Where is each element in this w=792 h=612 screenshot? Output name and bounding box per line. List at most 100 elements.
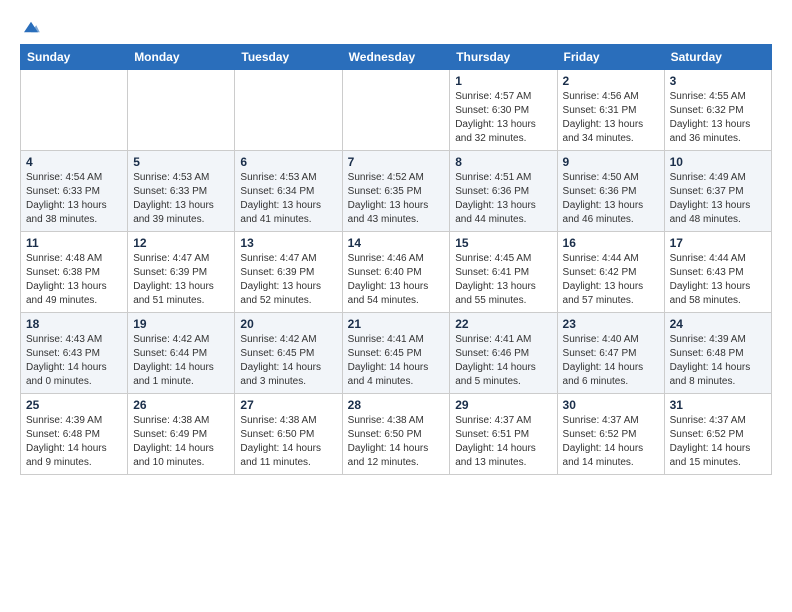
- day-info: Sunrise: 4:38 AMSunset: 6:50 PMDaylight:…: [348, 414, 445, 470]
- day-info: Sunrise: 4:43 AMSunset: 6:43 PMDaylight:…: [26, 333, 122, 389]
- day-cell: 10 Sunrise: 4:49 AMSunset: 6:37 PMDayligh…: [664, 151, 771, 232]
- day-info: Sunrise: 4:47 AMSunset: 6:39 PMDaylight:…: [133, 252, 229, 308]
- day-cell: 9 Sunrise: 4:50 AMSunset: 6:36 PMDaylight…: [557, 151, 664, 232]
- weekday-header-row: SundayMondayTuesdayWednesdayThursdayFrid…: [21, 45, 772, 70]
- day-number: 20: [240, 317, 336, 331]
- day-info: Sunrise: 4:44 AMSunset: 6:43 PMDaylight:…: [670, 252, 766, 308]
- day-info: Sunrise: 4:46 AMSunset: 6:40 PMDaylight:…: [348, 252, 445, 308]
- day-cell: 13 Sunrise: 4:47 AMSunset: 6:39 PMDayligh…: [235, 232, 342, 313]
- day-cell: 27 Sunrise: 4:38 AMSunset: 6:50 PMDayligh…: [235, 394, 342, 475]
- day-cell: 23 Sunrise: 4:40 AMSunset: 6:47 PMDayligh…: [557, 313, 664, 394]
- weekday-header-friday: Friday: [557, 45, 664, 70]
- day-number: 9: [563, 155, 659, 169]
- day-number: 25: [26, 398, 122, 412]
- day-info: Sunrise: 4:51 AMSunset: 6:36 PMDaylight:…: [455, 171, 551, 227]
- day-info: Sunrise: 4:38 AMSunset: 6:49 PMDaylight:…: [133, 414, 229, 470]
- day-number: 18: [26, 317, 122, 331]
- day-number: 5: [133, 155, 229, 169]
- day-cell: 12 Sunrise: 4:47 AMSunset: 6:39 PMDayligh…: [128, 232, 235, 313]
- day-cell: 1 Sunrise: 4:57 AMSunset: 6:30 PMDaylight…: [450, 70, 557, 151]
- day-info: Sunrise: 4:52 AMSunset: 6:35 PMDaylight:…: [348, 171, 445, 227]
- day-cell: [235, 70, 342, 151]
- day-number: 15: [455, 236, 551, 250]
- day-cell: 15 Sunrise: 4:45 AMSunset: 6:41 PMDayligh…: [450, 232, 557, 313]
- day-cell: 7 Sunrise: 4:52 AMSunset: 6:35 PMDaylight…: [342, 151, 450, 232]
- day-cell: 5 Sunrise: 4:53 AMSunset: 6:33 PMDaylight…: [128, 151, 235, 232]
- day-number: 11: [26, 236, 122, 250]
- calendar: SundayMondayTuesdayWednesdayThursdayFrid…: [20, 44, 772, 475]
- day-info: Sunrise: 4:49 AMSunset: 6:37 PMDaylight:…: [670, 171, 766, 227]
- day-number: 16: [563, 236, 659, 250]
- day-info: Sunrise: 4:53 AMSunset: 6:34 PMDaylight:…: [240, 171, 336, 227]
- day-number: 31: [670, 398, 766, 412]
- logo-icon: [22, 20, 40, 34]
- day-number: 26: [133, 398, 229, 412]
- day-info: Sunrise: 4:38 AMSunset: 6:50 PMDaylight:…: [240, 414, 336, 470]
- day-number: 6: [240, 155, 336, 169]
- day-number: 13: [240, 236, 336, 250]
- day-info: Sunrise: 4:37 AMSunset: 6:51 PMDaylight:…: [455, 414, 551, 470]
- day-cell: 17 Sunrise: 4:44 AMSunset: 6:43 PMDayligh…: [664, 232, 771, 313]
- day-cell: 31 Sunrise: 4:37 AMSunset: 6:52 PMDayligh…: [664, 394, 771, 475]
- day-cell: 14 Sunrise: 4:46 AMSunset: 6:40 PMDayligh…: [342, 232, 450, 313]
- day-number: 21: [348, 317, 445, 331]
- day-number: 2: [563, 74, 659, 88]
- day-number: 3: [670, 74, 766, 88]
- day-number: 12: [133, 236, 229, 250]
- day-cell: [342, 70, 450, 151]
- day-info: Sunrise: 4:39 AMSunset: 6:48 PMDaylight:…: [26, 414, 122, 470]
- day-info: Sunrise: 4:39 AMSunset: 6:48 PMDaylight:…: [670, 333, 766, 389]
- day-info: Sunrise: 4:47 AMSunset: 6:39 PMDaylight:…: [240, 252, 336, 308]
- day-info: Sunrise: 4:50 AMSunset: 6:36 PMDaylight:…: [563, 171, 659, 227]
- day-number: 4: [26, 155, 122, 169]
- day-info: Sunrise: 4:53 AMSunset: 6:33 PMDaylight:…: [133, 171, 229, 227]
- day-cell: 18 Sunrise: 4:43 AMSunset: 6:43 PMDayligh…: [21, 313, 128, 394]
- day-cell: 11Sunrise: 4:48 AMSunset: 6:38 PMDayligh…: [21, 232, 128, 313]
- weekday-header-sunday: Sunday: [21, 45, 128, 70]
- day-cell: 21 Sunrise: 4:41 AMSunset: 6:45 PMDayligh…: [342, 313, 450, 394]
- day-info: Sunrise: 4:37 AMSunset: 6:52 PMDaylight:…: [670, 414, 766, 470]
- day-cell: 8Sunrise: 4:51 AMSunset: 6:36 PMDaylight…: [450, 151, 557, 232]
- day-number: 17: [670, 236, 766, 250]
- day-number: 1: [455, 74, 551, 88]
- day-info: Sunrise: 4:41 AMSunset: 6:46 PMDaylight:…: [455, 333, 551, 389]
- day-number: 23: [563, 317, 659, 331]
- day-number: 19: [133, 317, 229, 331]
- day-number: 14: [348, 236, 445, 250]
- day-info: Sunrise: 4:37 AMSunset: 6:52 PMDaylight:…: [563, 414, 659, 470]
- day-number: 27: [240, 398, 336, 412]
- day-number: 7: [348, 155, 445, 169]
- day-cell: 3 Sunrise: 4:55 AMSunset: 6:32 PMDaylight…: [664, 70, 771, 151]
- page-header: [20, 16, 772, 36]
- day-info: Sunrise: 4:42 AMSunset: 6:45 PMDaylight:…: [240, 333, 336, 389]
- day-number: 10: [670, 155, 766, 169]
- day-info: Sunrise: 4:45 AMSunset: 6:41 PMDaylight:…: [455, 252, 551, 308]
- day-number: 29: [455, 398, 551, 412]
- day-number: 24: [670, 317, 766, 331]
- week-row-1: 1 Sunrise: 4:57 AMSunset: 6:30 PMDaylight…: [21, 70, 772, 151]
- day-info: Sunrise: 4:42 AMSunset: 6:44 PMDaylight:…: [133, 333, 229, 389]
- weekday-header-thursday: Thursday: [450, 45, 557, 70]
- logo: [20, 16, 40, 36]
- day-cell: 6 Sunrise: 4:53 AMSunset: 6:34 PMDaylight…: [235, 151, 342, 232]
- day-info: Sunrise: 4:41 AMSunset: 6:45 PMDaylight:…: [348, 333, 445, 389]
- day-cell: 26 Sunrise: 4:38 AMSunset: 6:49 PMDayligh…: [128, 394, 235, 475]
- week-row-4: 18 Sunrise: 4:43 AMSunset: 6:43 PMDayligh…: [21, 313, 772, 394]
- day-cell: 28Sunrise: 4:38 AMSunset: 6:50 PMDayligh…: [342, 394, 450, 475]
- week-row-5: 25 Sunrise: 4:39 AMSunset: 6:48 PMDayligh…: [21, 394, 772, 475]
- day-info: Sunrise: 4:44 AMSunset: 6:42 PMDaylight:…: [563, 252, 659, 308]
- day-info: Sunrise: 4:54 AMSunset: 6:33 PMDaylight:…: [26, 171, 122, 227]
- weekday-header-saturday: Saturday: [664, 45, 771, 70]
- week-row-3: 11Sunrise: 4:48 AMSunset: 6:38 PMDayligh…: [21, 232, 772, 313]
- day-cell: 16 Sunrise: 4:44 AMSunset: 6:42 PMDayligh…: [557, 232, 664, 313]
- weekday-header-monday: Monday: [128, 45, 235, 70]
- day-cell: 30Sunrise: 4:37 AMSunset: 6:52 PMDayligh…: [557, 394, 664, 475]
- day-info: Sunrise: 4:40 AMSunset: 6:47 PMDaylight:…: [563, 333, 659, 389]
- day-cell: 25 Sunrise: 4:39 AMSunset: 6:48 PMDayligh…: [21, 394, 128, 475]
- week-row-2: 4 Sunrise: 4:54 AMSunset: 6:33 PMDaylight…: [21, 151, 772, 232]
- day-info: Sunrise: 4:57 AMSunset: 6:30 PMDaylight:…: [455, 90, 551, 146]
- day-info: Sunrise: 4:55 AMSunset: 6:32 PMDaylight:…: [670, 90, 766, 146]
- day-info: Sunrise: 4:56 AMSunset: 6:31 PMDaylight:…: [563, 90, 659, 146]
- logo-text: [20, 16, 40, 36]
- day-cell: 22Sunrise: 4:41 AMSunset: 6:46 PMDayligh…: [450, 313, 557, 394]
